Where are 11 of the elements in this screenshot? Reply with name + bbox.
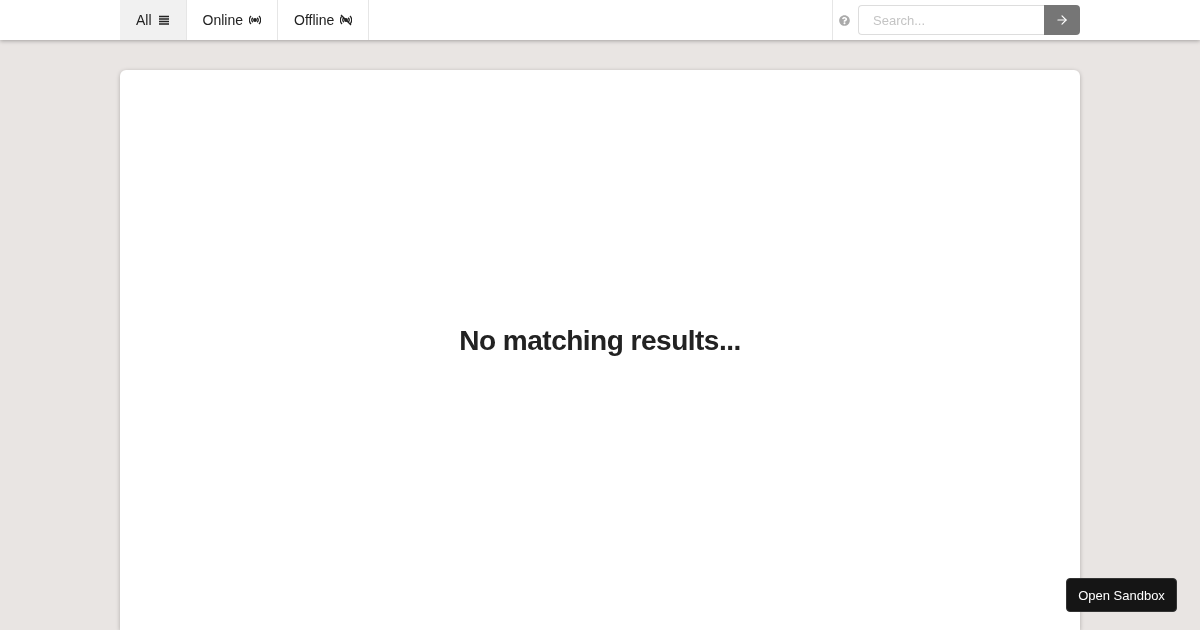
open-sandbox-button[interactable]: Open Sandbox: [1066, 578, 1177, 612]
search-field[interactable]: Search...: [858, 5, 1044, 35]
help-icon[interactable]: [839, 14, 850, 26]
filter-tab[interactable]: Online: [186, 0, 279, 40]
broadcast-icon: [249, 14, 262, 26]
empty-message: No matching results...: [459, 325, 741, 357]
broadcast-off-icon: [340, 14, 353, 26]
list-icon: [157, 14, 170, 26]
filter-tab[interactable]: All: [120, 0, 187, 40]
search-submit-button[interactable]: [1044, 5, 1080, 35]
filter-tab[interactable]: Offline: [278, 0, 370, 40]
